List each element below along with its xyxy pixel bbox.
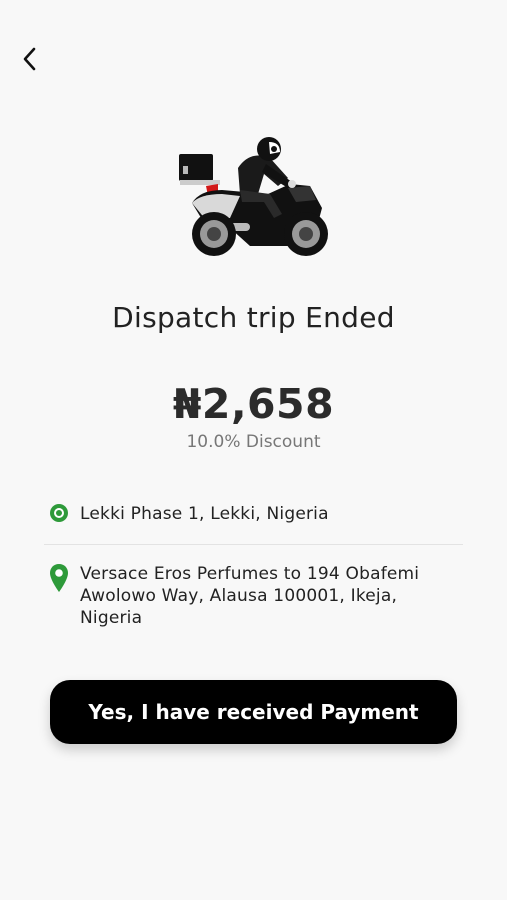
trip-status-title: Dispatch trip Ended — [112, 301, 395, 334]
dropoff-address: Versace Eros Perfumes to 194 Obafemi Awo… — [80, 564, 420, 628]
pickup-dot-icon — [48, 503, 70, 523]
divider — [44, 544, 463, 545]
map-pin-icon — [48, 563, 70, 593]
trip-amount: ₦2,658 — [172, 380, 335, 428]
pickup-address: Lekki Phase 1, Lekki, Nigeria — [80, 504, 329, 524]
dropoff-location: Versace Eros Perfumes to 194 Obafemi Awo… — [48, 563, 463, 629]
chevron-left-icon — [23, 47, 36, 71]
pickup-location: Lekki Phase 1, Lekki, Nigeria — [48, 503, 463, 525]
discount-label: 10.0% Discount — [186, 432, 321, 452]
dispatch-rider-illustration — [170, 128, 340, 268]
back-button[interactable] — [14, 44, 44, 74]
confirm-payment-button[interactable]: Yes, I have received Payment — [50, 680, 457, 744]
